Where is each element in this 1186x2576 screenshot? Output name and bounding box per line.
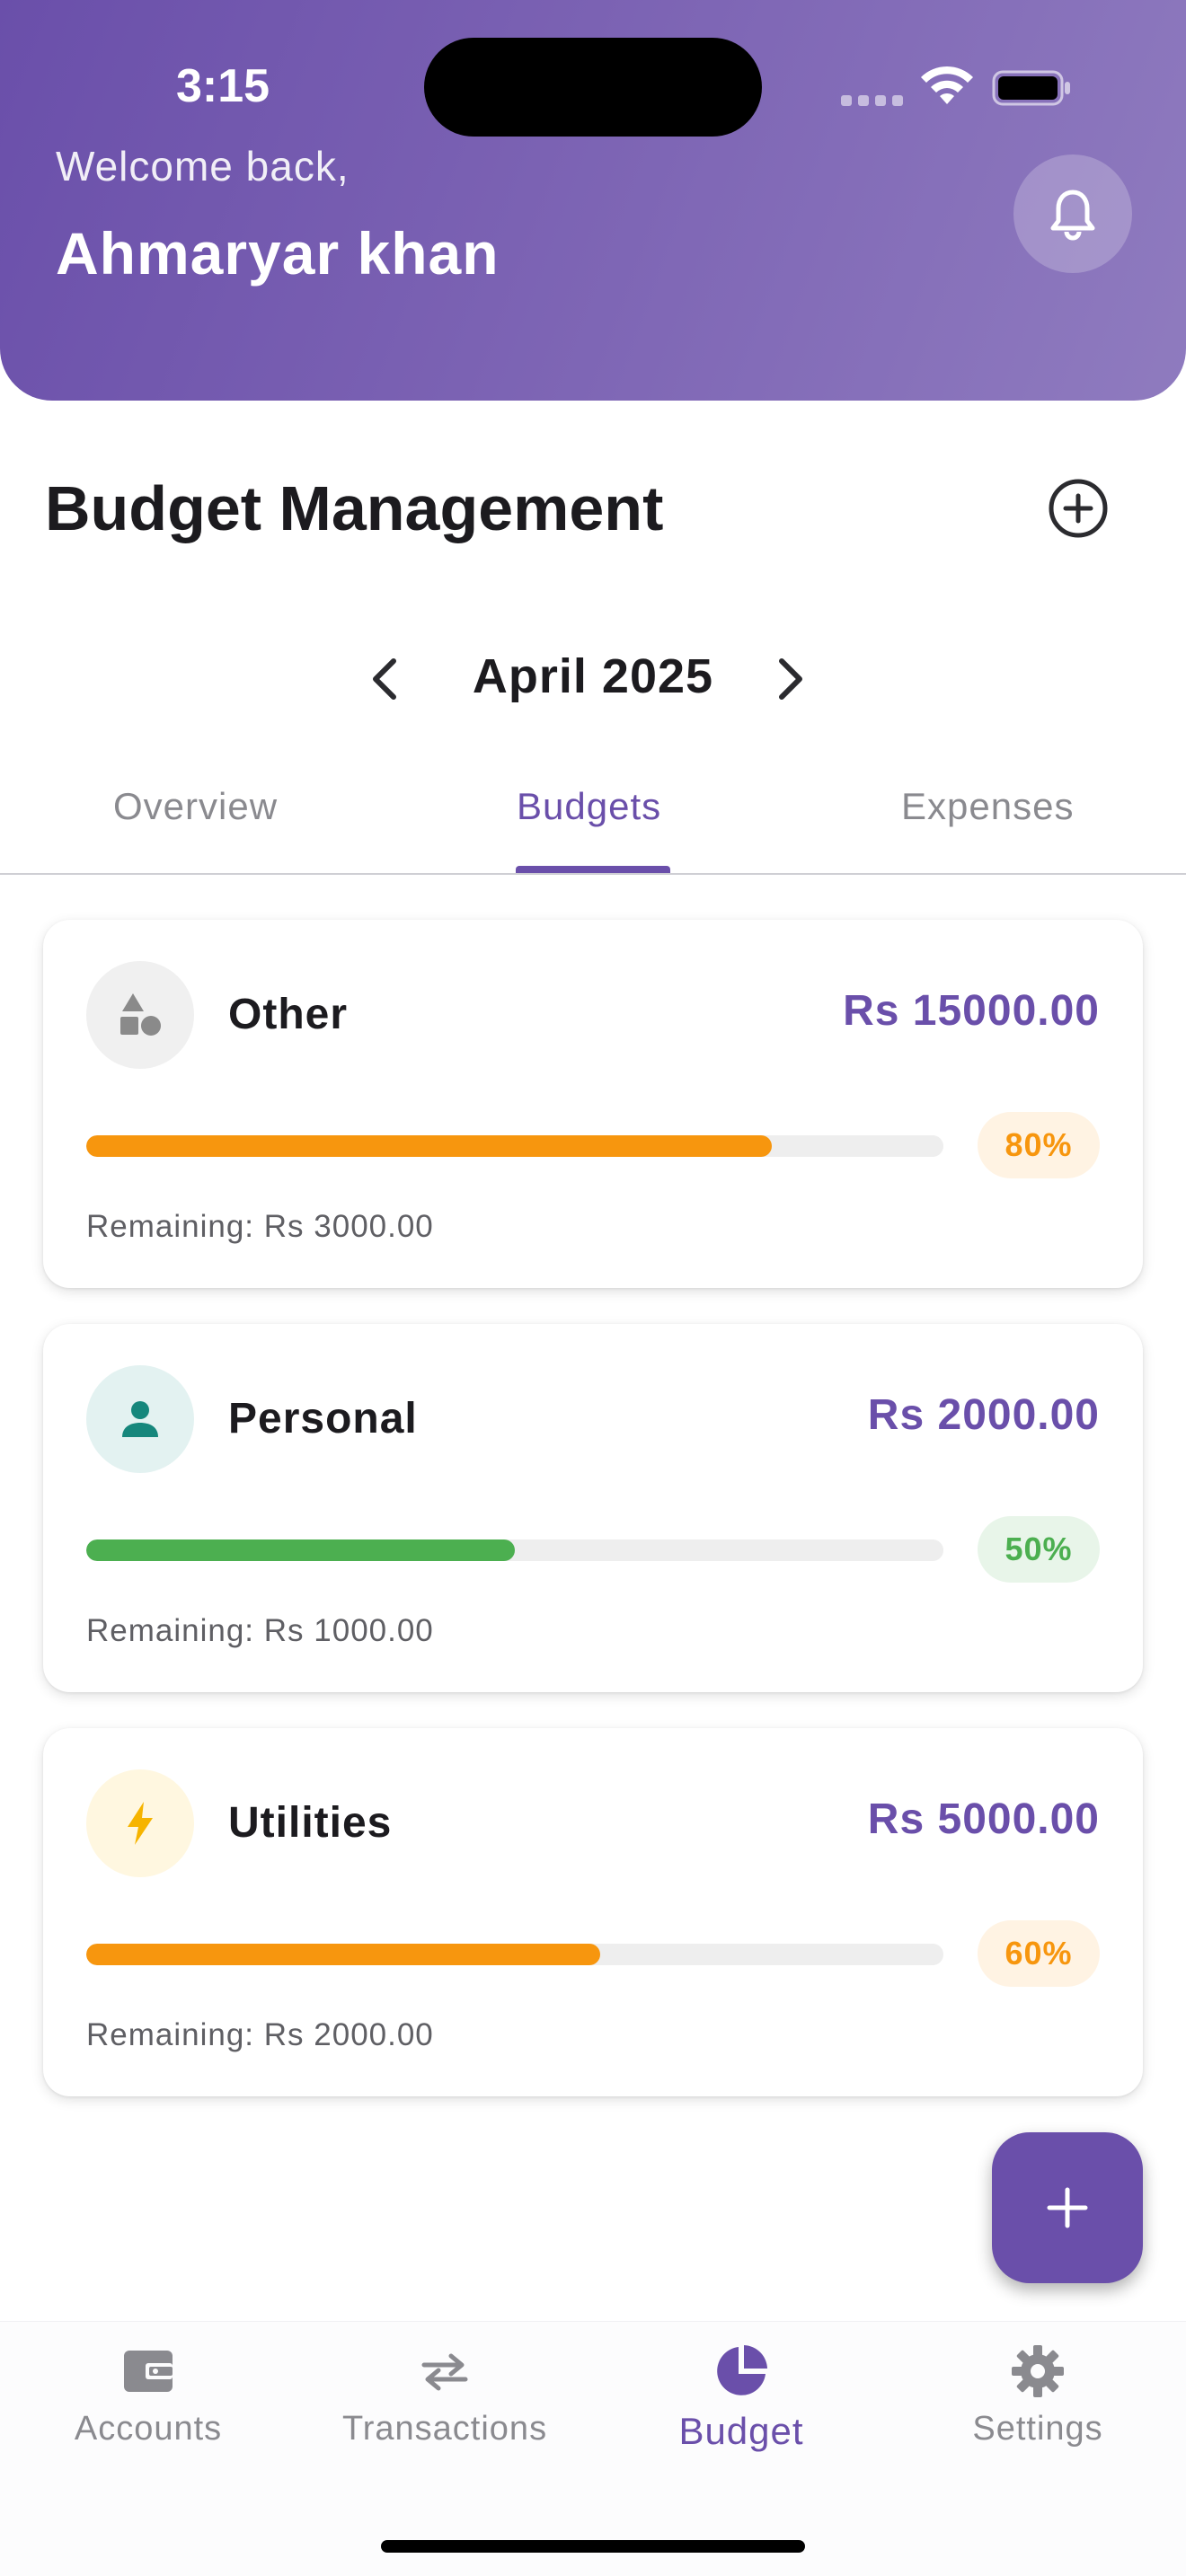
category-icon-badge	[86, 1769, 194, 1877]
notifications-button[interactable]	[1013, 154, 1132, 273]
bell-icon	[1050, 190, 1095, 241]
welcome-text: Welcome back,	[56, 143, 350, 190]
pie-chart-icon	[717, 2345, 767, 2395]
budget-name: Other	[228, 991, 349, 1038]
user-name: Ahmaryar khan	[56, 220, 500, 287]
wifi-icon	[921, 66, 973, 104]
remaining-text: Remaining: Rs 2000.00	[86, 2017, 434, 2052]
progress-bar	[86, 1539, 943, 1561]
plus-icon	[1047, 2187, 1088, 2228]
remaining-text: Remaining: Rs 3000.00	[86, 1209, 434, 1244]
current-month: April 2025	[472, 649, 714, 703]
percent-badge: 60%	[978, 1920, 1100, 1987]
budget-name: Utilities	[228, 1799, 393, 1847]
tab-budgets[interactable]: Budgets	[517, 785, 661, 828]
page-title: Budget Management	[45, 473, 664, 543]
status-time: 3:15	[176, 60, 270, 112]
progress-bar	[86, 1944, 943, 1965]
category-shapes-icon	[120, 993, 161, 1036]
cellular-signal-icon	[841, 95, 903, 106]
swap-arrows-icon	[421, 2353, 468, 2391]
tab-expenses[interactable]: Expenses	[901, 785, 1074, 828]
budget-card[interactable]: Personal Rs 2000.00 50% Remaining: Rs 10…	[43, 1324, 1143, 1692]
tab-overview[interactable]: Overview	[113, 785, 278, 828]
budget-amount: Rs 15000.00	[843, 987, 1100, 1035]
dynamic-island	[424, 38, 762, 137]
budget-amount: Rs 5000.00	[867, 1795, 1100, 1843]
app-header: 3:15 Welcome back, Ahmaryar khan	[0, 0, 1186, 401]
tab-bar: Overview Budgets Expenses	[0, 772, 1186, 875]
add-budget-fab[interactable]	[992, 2132, 1143, 2283]
budget-card[interactable]: Other Rs 15000.00 80% Remaining: Rs 3000…	[43, 920, 1143, 1288]
percent-badge: 50%	[978, 1516, 1100, 1583]
gear-icon	[1012, 2345, 1064, 2397]
nav-label: Accounts	[74, 2410, 223, 2448]
nav-transactions[interactable]: Transactions	[310, 2342, 580, 2448]
nav-label: Budget	[678, 2410, 804, 2452]
nav-settings[interactable]: Settings	[903, 2342, 1173, 2448]
progress-fill	[86, 1135, 773, 1157]
remaining-text: Remaining: Rs 1000.00	[86, 1613, 434, 1648]
next-month-button[interactable]	[767, 654, 812, 704]
nav-accounts[interactable]: Accounts	[13, 2342, 283, 2448]
add-budget-icon[interactable]	[1046, 476, 1111, 541]
progress-fill	[86, 1944, 601, 1965]
nav-budget[interactable]: Budget	[606, 2342, 876, 2453]
budget-card[interactable]: Utilities Rs 5000.00 60% Remaining: Rs 2…	[43, 1728, 1143, 2096]
lightning-icon	[128, 1802, 153, 1845]
nav-label: Settings	[972, 2410, 1103, 2448]
previous-month-button[interactable]	[363, 654, 408, 704]
nav-label: Transactions	[341, 2410, 548, 2448]
category-icon-badge	[86, 1365, 194, 1473]
bottom-navigation: Accounts Transactions Budget Settings	[0, 2321, 1186, 2576]
percent-badge: 80%	[978, 1112, 1100, 1178]
battery-icon	[992, 70, 1070, 106]
person-icon	[122, 1401, 158, 1437]
budget-amount: Rs 2000.00	[867, 1391, 1100, 1439]
budget-name: Personal	[228, 1395, 418, 1442]
progress-fill	[86, 1539, 515, 1561]
category-icon-badge	[86, 961, 194, 1069]
home-indicator[interactable]	[381, 2540, 805, 2553]
progress-bar	[86, 1135, 943, 1157]
active-tab-indicator	[516, 866, 670, 873]
wallet-icon	[124, 2351, 173, 2392]
